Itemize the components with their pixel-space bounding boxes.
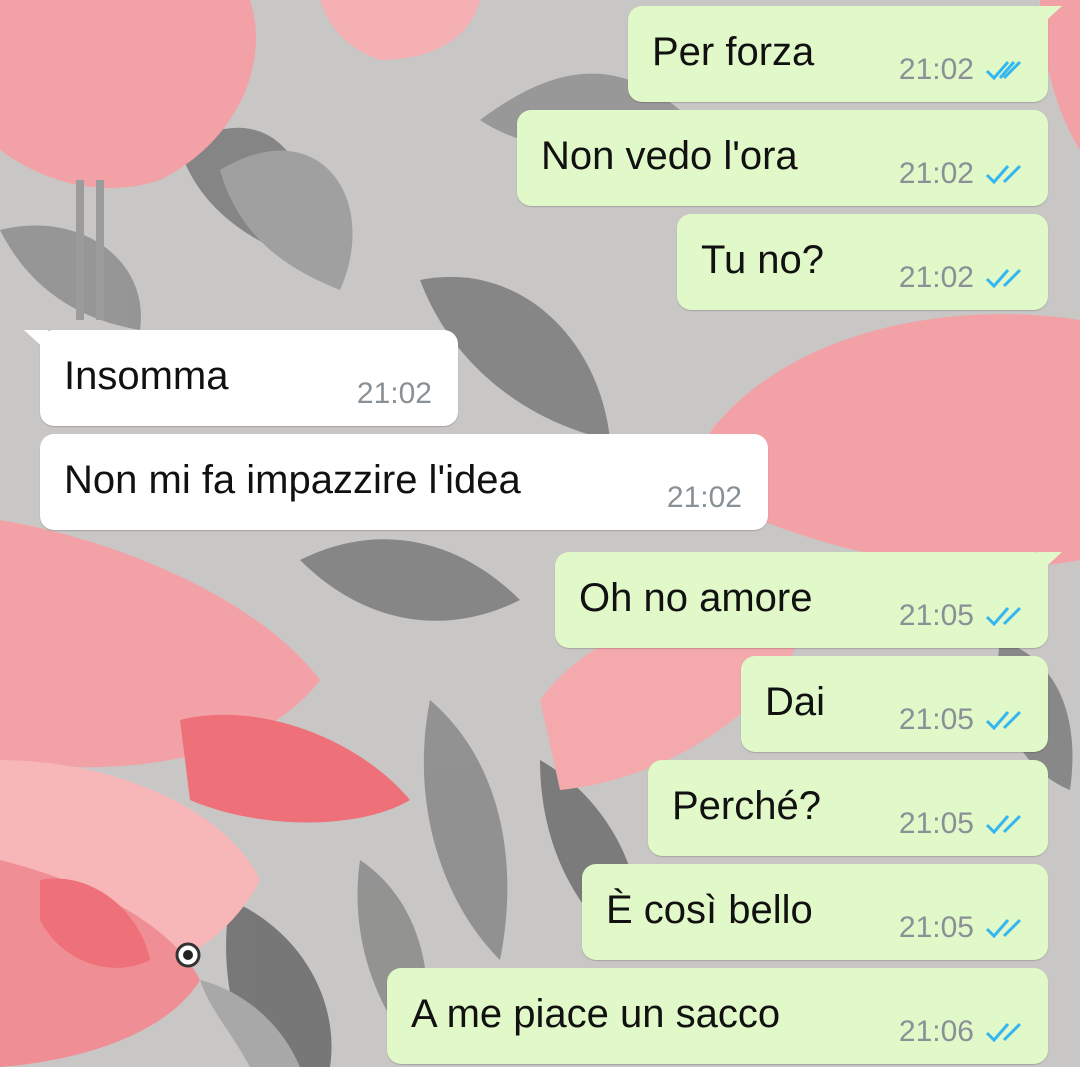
message-meta: 21:05 xyxy=(899,908,1024,948)
message-meta: 21:05 xyxy=(899,700,1024,740)
message-text: Non mi fa impazzire l'idea xyxy=(64,458,521,502)
read-double-check-icon xyxy=(985,814,1022,835)
read-double-check-icon xyxy=(985,268,1022,289)
message-time: 21:02 xyxy=(898,261,974,294)
message-meta: 21:05 xyxy=(899,596,1024,636)
message-time: 21:05 xyxy=(898,599,974,632)
read-double-check-icon xyxy=(985,710,1022,731)
outgoing-message[interactable]: Oh no amore 21:05 xyxy=(555,552,1062,648)
outgoing-message[interactable]: È così bello 21:05 xyxy=(582,864,1048,960)
message-text: Insomma xyxy=(64,354,229,398)
message-text: È così bello xyxy=(606,888,813,932)
message-meta: 21:02 xyxy=(899,50,1024,90)
message-time: 21:02 xyxy=(898,157,974,190)
message-text: Per forza xyxy=(652,30,815,74)
message-time: 21:02 xyxy=(898,53,974,86)
message-time: 21:06 xyxy=(898,1015,974,1048)
message-text: A me piace un sacco xyxy=(411,992,781,1036)
message-text: Perché? xyxy=(672,784,821,828)
outgoing-message[interactable]: Tu no? 21:02 xyxy=(677,214,1048,310)
outgoing-message[interactable]: Per forza 21:02 xyxy=(628,6,1062,102)
message-time: 21:05 xyxy=(898,807,974,840)
incoming-message[interactable]: Insomma 21:02 xyxy=(24,330,458,426)
message-time: 21:05 xyxy=(898,703,974,736)
read-double-check-icon xyxy=(985,164,1022,185)
message-meta: 21:06 xyxy=(899,1012,1024,1052)
outgoing-message[interactable]: A me piace un sacco 21:06 xyxy=(387,968,1048,1064)
read-double-check-icon xyxy=(985,60,1022,81)
message-time: 21:02 xyxy=(356,377,432,410)
bubble-tail xyxy=(1038,6,1062,28)
incoming-message[interactable]: Non mi fa impazzire l'idea 21:02 xyxy=(40,434,768,530)
bubble-tail xyxy=(1038,552,1062,574)
message-time: 21:02 xyxy=(666,481,742,514)
message-meta: 21:02 xyxy=(899,258,1024,298)
read-double-check-icon xyxy=(985,918,1022,939)
message-text: Tu no? xyxy=(701,238,825,282)
message-text: Non vedo l'ora xyxy=(541,134,798,178)
message-text: Oh no amore xyxy=(579,576,813,620)
message-list[interactable]: Per forza 21:02 Non vedo l'ora 21:02 Tu … xyxy=(0,0,1080,1067)
message-time: 21:05 xyxy=(898,911,974,944)
message-text: Dai xyxy=(765,680,826,724)
read-double-check-icon xyxy=(985,606,1022,627)
bubble-tail xyxy=(24,330,48,352)
outgoing-message[interactable]: Non vedo l'ora 21:02 xyxy=(517,110,1048,206)
message-meta: 21:02 xyxy=(667,478,742,518)
message-meta: 21:02 xyxy=(357,374,432,414)
outgoing-message[interactable]: Dai 21:05 xyxy=(741,656,1048,752)
outgoing-message[interactable]: Perché? 21:05 xyxy=(648,760,1048,856)
message-meta: 21:02 xyxy=(899,154,1024,194)
message-meta: 21:05 xyxy=(899,804,1024,844)
read-double-check-icon xyxy=(985,1022,1022,1043)
